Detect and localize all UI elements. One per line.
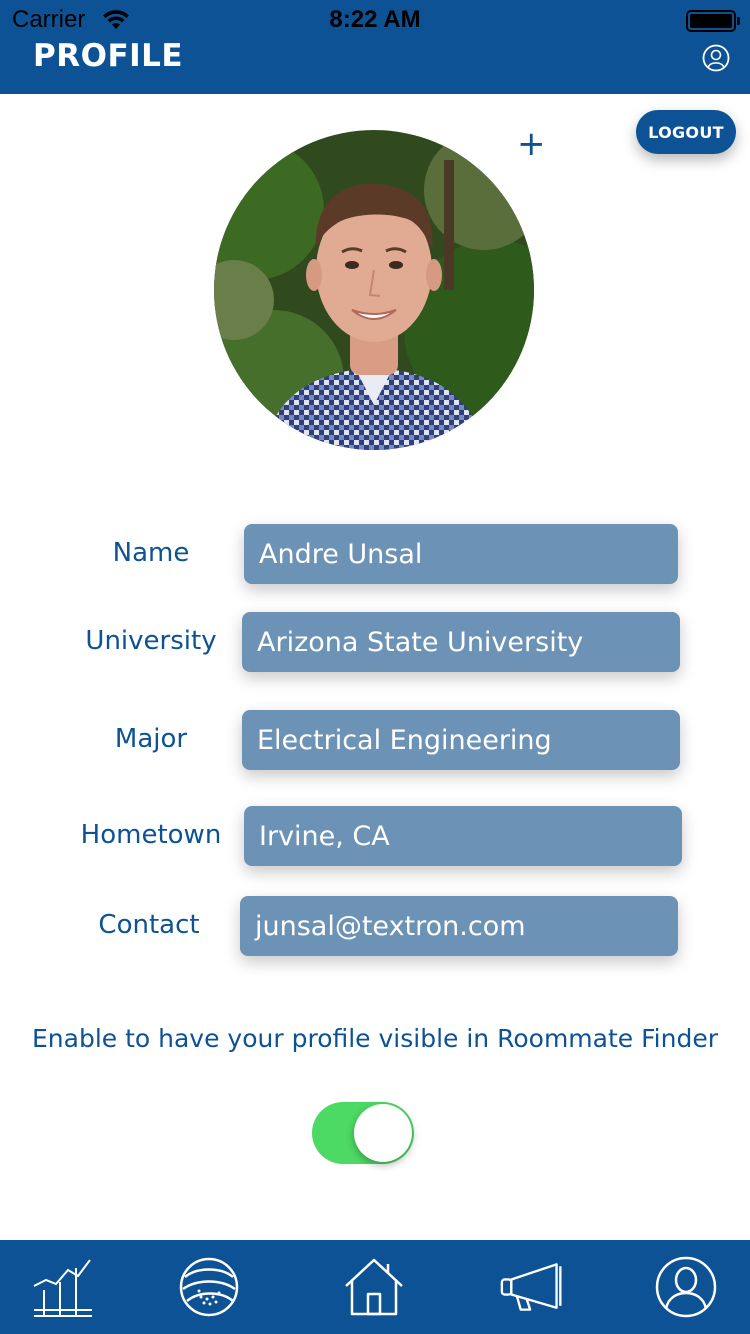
user-circle-icon <box>655 1256 717 1318</box>
field-label-major: Major <box>114 724 188 754</box>
battery-icon <box>686 10 740 32</box>
university-field[interactable]: Arizona State University <box>242 612 680 672</box>
bottom-tab-bar <box>0 1240 750 1334</box>
field-label-contact: Contact <box>98 910 200 940</box>
major-field[interactable]: Electrical Engineering <box>242 710 680 770</box>
avatar[interactable] <box>214 130 534 450</box>
visibility-toggle[interactable] <box>312 1102 414 1164</box>
tab-profile[interactable] <box>653 1254 719 1320</box>
toggle-knob <box>354 1104 412 1162</box>
page-title: PROFILE <box>33 38 184 74</box>
add-photo-button[interactable]: + <box>517 124 546 164</box>
name-field[interactable]: Andre Unsal <box>244 524 678 584</box>
field-label-name: Name <box>112 538 190 568</box>
header-bar: Carrier 8:22 AM PROFILE <box>0 0 750 94</box>
status-time: 8:22 AM <box>329 6 421 33</box>
megaphone-icon <box>500 1263 562 1311</box>
tab-explore[interactable] <box>176 1254 242 1320</box>
tab-home[interactable] <box>341 1254 407 1320</box>
user-circle-icon[interactable] <box>702 44 730 72</box>
hometown-field[interactable]: Irvine, CA <box>244 806 682 866</box>
tab-stats[interactable] <box>30 1254 96 1320</box>
tab-announcements[interactable] <box>500 1254 566 1320</box>
logout-button[interactable]: LOGOUT <box>636 110 736 154</box>
profile-photo <box>214 130 534 450</box>
chart-icon <box>33 1259 92 1317</box>
contact-field[interactable]: junsal@textron.com <box>240 896 678 956</box>
globe-icon <box>179 1257 239 1317</box>
visibility-description: Enable to have your profile visible in R… <box>32 1024 718 1053</box>
field-label-hometown: Hometown <box>80 820 222 850</box>
field-label-university: University <box>85 626 217 656</box>
home-icon <box>345 1258 403 1316</box>
